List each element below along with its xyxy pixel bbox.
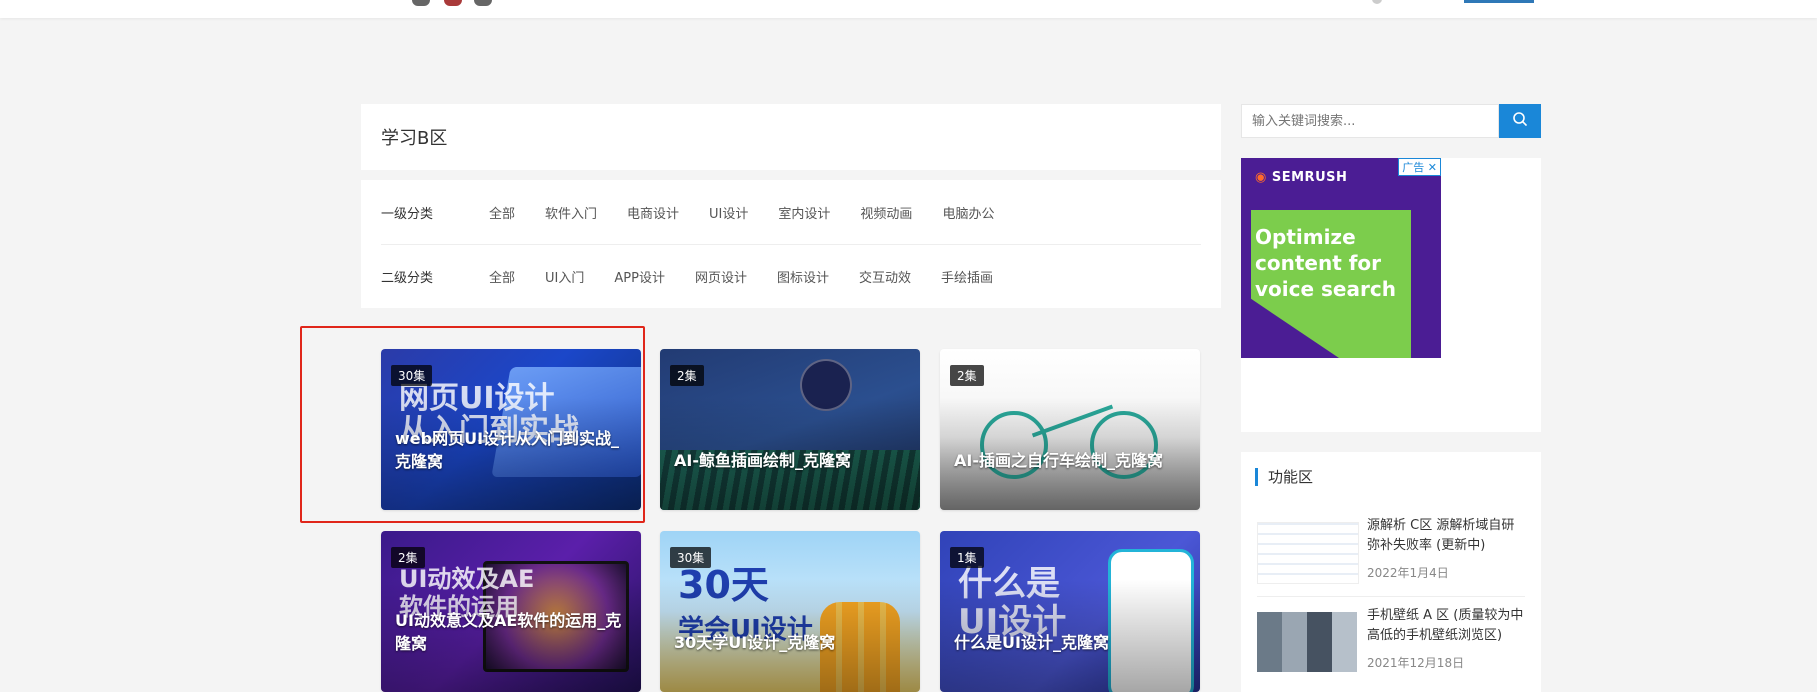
section-title-panel: 学习B区 [361,104,1221,170]
search-icon [1512,111,1528,131]
secondary-option-interaction[interactable]: 交互动效 [859,267,911,286]
secondary-category-label: 二级分类 [381,270,434,286]
primary-option-all[interactable]: 全部 [489,203,515,222]
ad-banner[interactable]: ◉ SEMRUSH Optimize content for voice sea… [1241,158,1441,358]
selection-highlight-box [300,326,645,523]
primary-option-software[interactable]: 软件入门 [545,203,597,222]
ad-slogan: Optimize content for voice search [1255,225,1396,301]
primary-category-row: 一级分类 全部 软件入门 电商设计 UI设计 室内设计 视频动画 电脑办公 [381,180,1201,245]
primary-option-video[interactable]: 视频动画 [860,203,912,222]
function-area-heading: 功能区 [1255,468,1313,486]
list-item[interactable]: 源解析 C区 源解析域自研弥补失败率 (更新中) 2022年1月4日 [1257,516,1525,597]
list-item[interactable]: 手机壁纸 A 区 (质量较为中高低的手机壁纸浏览区) 2021年12月18日 [1257,606,1525,686]
course-title[interactable]: UI动效意义及AE软件的运用_克隆窝 [395,609,627,655]
episode-count-badge: 1集 [950,547,984,568]
nav-icon-1[interactable] [412,0,430,6]
secondary-option-ui-intro[interactable]: UI入门 [545,267,584,286]
primary-option-office[interactable]: 电脑办公 [942,203,994,222]
primary-option-ecommerce[interactable]: 电商设计 [627,203,679,222]
secondary-option-all[interactable]: 全部 [489,267,515,286]
primary-option-ui[interactable]: UI设计 [709,203,748,222]
top-nav-button[interactable] [1464,0,1534,3]
secondary-option-icon[interactable]: 图标设计 [777,267,829,286]
primary-category-label: 一级分类 [381,206,434,222]
course-card[interactable]: 2集 AI-插画之自行车绘制_克隆窝 [940,349,1200,510]
category-filter-panel: 一级分类 全部 软件入门 电商设计 UI设计 室内设计 视频动画 电脑办公 二级… [361,180,1221,308]
function-area-panel: 功能区 源解析 C区 源解析域自研弥补失败率 (更新中) 2022年1月4日 手… [1241,452,1541,692]
user-icon[interactable] [1372,0,1382,4]
search-button[interactable] [1499,104,1541,138]
item-thumbnail[interactable] [1257,612,1357,672]
course-title[interactable]: 什么是UI设计_克隆窝 [954,631,1186,654]
ad-logo: ◉ SEMRUSH [1255,170,1348,185]
section-title: 学习B区 [381,128,448,149]
item-thumbnail[interactable] [1257,522,1359,584]
nav-icon-2[interactable] [444,0,462,6]
course-title[interactable]: AI-鲸鱼插画绘制_克隆窝 [674,449,906,472]
episode-count-badge: 2集 [391,547,425,568]
course-title[interactable]: AI-插画之自行车绘制_克隆窝 [954,449,1186,472]
secondary-option-app[interactable]: APP设计 [614,267,665,286]
secondary-option-web[interactable]: 网页设计 [695,267,747,286]
episode-count-badge: 2集 [670,365,704,386]
episode-count-badge: 30集 [670,547,712,568]
item-date: 2021年12月18日 [1367,656,1465,670]
course-card[interactable]: UI动效及AE软件的运用 2集 UI动效意义及AE软件的运用_克隆窝 [381,531,641,692]
ad-panel: ◉ SEMRUSH Optimize content for voice sea… [1241,158,1541,432]
search-bar [1241,104,1541,138]
secondary-category-row: 二级分类 全部 UI入门 APP设计 网页设计 图标设计 交互动效 手绘插画 [381,244,1201,308]
close-icon: ✕ [1427,161,1437,174]
top-nav-bar [0,0,1817,18]
search-input[interactable] [1241,104,1499,138]
course-title[interactable]: 30天学UI设计_克隆窝 [674,631,906,654]
primary-option-interior[interactable]: 室内设计 [778,203,830,222]
item-date: 2022年1月4日 [1367,566,1449,580]
course-card[interactable]: 2集 AI-鲸鱼插画绘制_克隆窝 [660,349,920,510]
nav-icon-3[interactable] [474,0,492,6]
secondary-option-illustration[interactable]: 手绘插画 [941,267,993,286]
item-title[interactable]: 源解析 C区 源解析域自研弥补失败率 (更新中) [1367,516,1527,556]
ad-tag[interactable]: 广告 ✕ [1398,158,1441,176]
item-title[interactable]: 手机壁纸 A 区 (质量较为中高低的手机壁纸浏览区) [1367,606,1527,646]
course-card[interactable]: 什么是UI设计 1集 什么是UI设计_克隆窝 [940,531,1200,692]
course-card[interactable]: 30天学会UI设计 30集 30天学UI设计_克隆窝 [660,531,920,692]
episode-count-badge: 2集 [950,365,984,386]
